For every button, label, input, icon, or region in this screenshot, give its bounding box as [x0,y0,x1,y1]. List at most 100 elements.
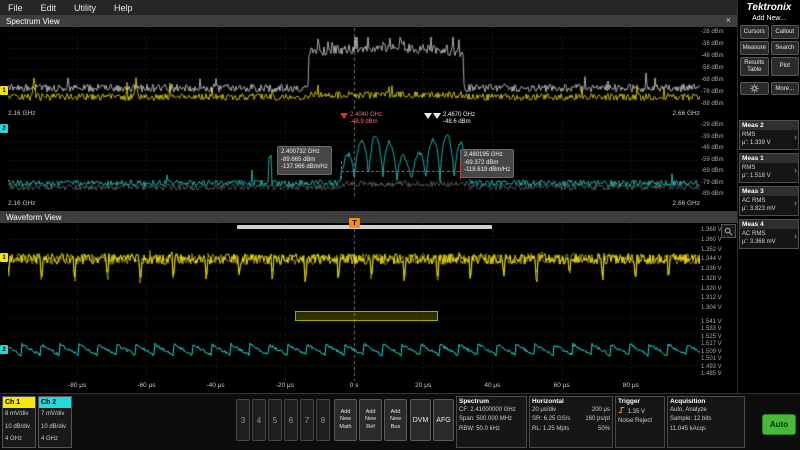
expand-chevron-icon[interactable]: › [794,165,797,175]
cursor-b-line[interactable] [460,161,461,179]
meas-type: RMS [742,131,796,139]
y-tick-label: 1.509 V [701,349,722,355]
close-icon[interactable]: × [726,15,731,25]
channel-button-6[interactable]: 6 [284,399,298,441]
waveform-ch1-y-axis: 1.368 V1.360 V1.352 V1.344 V1.336 V1.328… [701,227,736,311]
add-new-ref-button[interactable]: Add New Ref [359,399,382,441]
y-tick-label: -69 dBm [701,168,724,174]
add-new-math-button[interactable]: Add New Math [334,399,357,441]
waveform-ch2-handle[interactable]: 2 [0,345,8,354]
add-new-label: Add New... [738,15,800,22]
peak-marker-icon[interactable] [424,113,432,119]
spectrum-rbw: RBW: 50.0 kHz [457,425,526,434]
meas-name: Meas 4 [740,220,798,229]
cursor-b-readout: 2.480195 GHz -69.372 dBm -118.619 dBm/Hz [460,149,514,178]
more-row: More... [740,82,799,95]
cursor-a-readout: 2.400732 GHz -89.665 dBm -137.966 dBm/Hz [277,146,332,175]
auto-button[interactable]: Auto [762,414,796,435]
channel-badge-2[interactable]: Ch 27 mV/div10 dB/div4 GHz [38,396,72,448]
x-min-label: 2.16 GHz [8,200,35,207]
x-tick-label: 80 μs [615,382,647,389]
spectrum-view-panel: -28 dBm-38 dBm-48 dBm-58 dBm-68 dBm-78 d… [0,28,737,211]
record-length: RL: 1.25 Mpts [532,425,569,434]
y-tick-label: -79 dBm [701,180,724,186]
y-tick-label: 1.352 V [701,247,722,253]
y-tick-label: -38 dBm [701,41,724,47]
peak-marker-readout: 2.4670 GHz -48.6 dBm [443,112,475,126]
meas-badge-meas-1[interactable]: Meas 1RMSμ': 1.518 V› [739,153,799,183]
horizontal-window: 200 μs [592,406,610,415]
x-min-label: 2.16 GHz [8,110,35,117]
acquisition-mode: Auto, Analyze [668,406,744,415]
y-tick-label: 1.501 V [701,356,722,362]
x-tick-label: 60 μs [546,382,578,389]
expand-chevron-icon[interactable]: › [794,231,797,241]
channel-setting: 7 mV/div [39,408,71,421]
channel-button-3[interactable]: 3 [236,399,250,441]
results-table-button[interactable]: Results Table [740,57,769,76]
expand-chevron-icon[interactable]: › [794,132,797,142]
dvm-button[interactable]: DVM [410,399,431,441]
cursors-button[interactable]: Cursors [740,25,769,39]
channel-button-7[interactable]: 7 [300,399,314,441]
expand-chevron-icon[interactable]: › [794,198,797,208]
menu-item-file[interactable]: File [8,3,23,13]
channel-button-8[interactable]: 8 [316,399,330,441]
measure-button[interactable]: Measure [740,41,769,55]
more-button[interactable]: More... [771,82,800,95]
y-tick-label: 1.320 V [701,286,722,292]
spectrum-view-titlebar: Spectrum View × [0,15,737,27]
channel-button-4[interactable]: 4 [252,399,266,441]
spectrum-plot-ch1[interactable] [8,28,700,109]
menu-item-help[interactable]: Help [114,3,133,13]
menu-item-edit[interactable]: Edit [41,3,57,13]
horizontal-badge[interactable]: Horizontal 20 μs/div200 μs SR: 6.25 GS/s… [529,396,613,448]
search-button[interactable]: Search [771,41,800,55]
y-tick-label: -48 dBm [701,53,724,59]
spectrum-trace2-handle[interactable]: 2 [0,124,8,133]
x-tick-label: -60 μs [130,382,162,389]
trigger-position-marker[interactable]: T [349,218,360,228]
meas-type: RMS [742,164,796,172]
reference-marker-icon[interactable] [340,113,348,119]
waveform-plot[interactable] [8,223,700,381]
callout-button[interactable]: Callout [771,25,800,39]
trigger-level-row: 1.35 V [616,406,664,417]
cursor-a-line[interactable] [341,161,342,179]
y-tick-label: 1.336 V [701,266,722,272]
channel-button-5[interactable]: 5 [268,399,282,441]
acquisition-badge[interactable]: Acquisition Auto, Analyze Sample: 12 bit… [667,396,745,448]
cursor-b-density: -118.619 dBm/Hz [464,167,510,175]
plot-button[interactable]: Plot [771,57,800,76]
add-new-bus-button[interactable]: Add New Bus [384,399,407,441]
channel-name: Ch 1 [3,397,35,408]
trigger-badge[interactable]: Trigger 1.35 V Noise Reject [615,396,665,448]
channel-setting: 8 mV/div [3,408,35,421]
spectrum-plot-ch2[interactable] [8,121,700,199]
acquisition-bits: Sample: 12 bits [668,415,744,424]
gear-icon[interactable] [740,82,769,95]
waveform-ch1-handle[interactable]: 1 [0,253,8,262]
zoom-icon[interactable] [721,224,736,238]
meas-body: RMSμ': 1.339 V [740,130,798,148]
channel-setting: 4 GHz [39,433,71,446]
meas-badge-meas-3[interactable]: Meas 3AC RMSμ': 3.823 mV› [739,186,799,216]
waveform-view-panel: 1.368 V1.360 V1.352 V1.344 V1.336 V1.328… [0,223,737,393]
y-tick-label: 1.541 V [701,319,722,325]
peak-marker-icon[interactable] [433,113,441,119]
menu-item-utility[interactable]: Utility [74,3,96,13]
afg-button[interactable]: AFG [433,399,454,441]
meas-badge-meas-2[interactable]: Meas 2RMSμ': 1.339 V› [739,120,799,150]
trigger-badge-title: Trigger [616,397,664,406]
channel-badge-1[interactable]: Ch 18 mV/div10 dB/div4 GHz [2,396,36,448]
spectrum-cf: CF: 2.41000000 GHz [457,406,526,415]
spectrum-trace1-handle[interactable]: 1 [0,86,8,95]
channel-name: Ch 2 [39,397,71,408]
x-tick-label: -80 μs [61,382,93,389]
spectrum-badge[interactable]: Spectrum CF: 2.41000000 GHz Span: 500.00… [456,396,527,448]
menu-bar: File Edit Utility Help [0,0,745,15]
spectrum-time-bar[interactable] [237,225,492,229]
ref-marker-ampl: -48.9 dBm [350,119,382,126]
spectrum-gate-bar[interactable] [295,311,438,321]
meas-badge-meas-4[interactable]: Meas 4AC RMSμ': 3.368 mV› [739,219,799,249]
